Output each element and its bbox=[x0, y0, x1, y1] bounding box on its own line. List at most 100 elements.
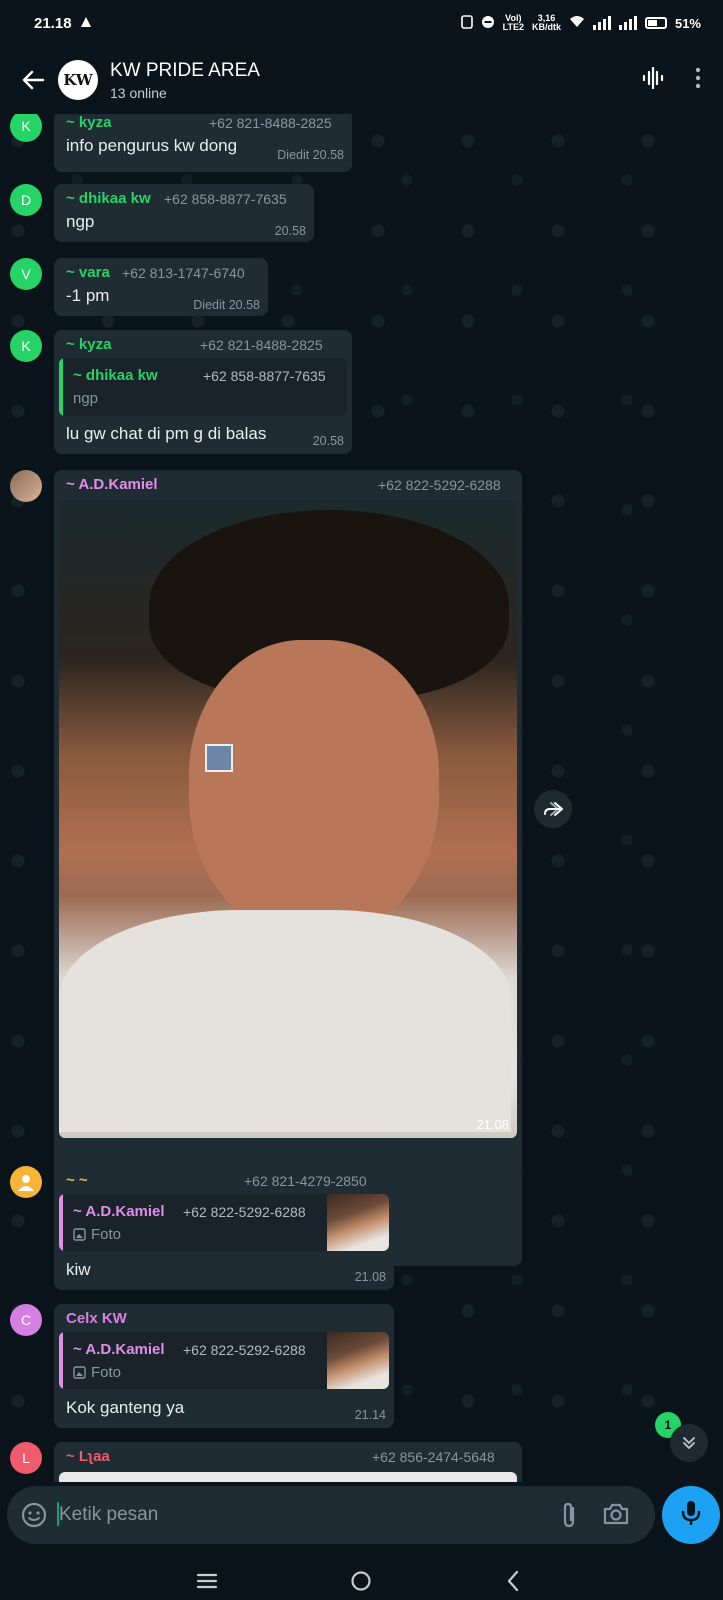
sender-avatar[interactable]: D bbox=[10, 184, 42, 216]
quote-text: Foto bbox=[91, 1226, 122, 1243]
forward-button[interactable] bbox=[534, 790, 572, 828]
message-bubble[interactable]: ~ ~ +62 821-4279-2850 ~ A.D.Kamiel +62 8… bbox=[54, 1166, 394, 1290]
camera-icon[interactable] bbox=[603, 1503, 629, 1530]
group-avatar[interactable]: KW bbox=[58, 60, 98, 100]
quote-text: ngp bbox=[73, 390, 99, 407]
sender-name[interactable]: ~ Lʅaa bbox=[66, 1448, 110, 1465]
message-time: 21.08 bbox=[354, 1270, 386, 1284]
default-avatar-icon[interactable] bbox=[10, 1166, 42, 1198]
message-bubble[interactable]: ~ kyza +62 821-8488-2825 info pengurus k… bbox=[54, 114, 352, 172]
message-time: 20.58 bbox=[274, 224, 306, 238]
signal-icon-2 bbox=[618, 16, 637, 30]
message-list[interactable]: K ~ kyza +62 821-8488-2825 info pengurus… bbox=[0, 114, 723, 1482]
battery-percent: 51% bbox=[674, 15, 701, 31]
message-text: lu gw chat di pm g di balas bbox=[66, 424, 267, 443]
message-bubble[interactable]: ~ A.D.Kamiel +62 822-5292-6288 21.08 bbox=[54, 470, 522, 1266]
warning-icon bbox=[80, 15, 92, 32]
signal-icon bbox=[592, 16, 611, 30]
message-text: Kok ganteng ya bbox=[66, 1398, 185, 1417]
message-bubble[interactable]: ~ vara +62 813-1747-6740 -1 pm Diedit 20… bbox=[54, 258, 268, 316]
sender-name[interactable]: ~ kyza bbox=[66, 114, 111, 131]
message-text: info pengurus kw dong bbox=[66, 136, 238, 155]
group-info[interactable]: KW PRIDE AREA 13 online bbox=[110, 60, 260, 101]
message-bubble[interactable]: Celx KW ~ A.D.Kamiel +62 822-5292-6288 F… bbox=[54, 1304, 394, 1428]
attach-icon[interactable] bbox=[559, 1501, 579, 1534]
quote-bar bbox=[59, 1194, 63, 1251]
wifi-icon bbox=[569, 15, 585, 31]
quote-bar bbox=[59, 1332, 63, 1389]
sender-name[interactable]: ~ kyza bbox=[66, 336, 111, 353]
message-time: 20.58 bbox=[312, 434, 344, 448]
emoji-sticker-icon[interactable] bbox=[21, 1502, 47, 1533]
lte-indicator: Vol) LTE2 bbox=[502, 13, 524, 32]
quote-thumbnail bbox=[327, 1194, 389, 1251]
quote-phone: +62 822-5292-6288 bbox=[183, 1342, 306, 1358]
sender-name[interactable]: ~ A.D.Kamiel bbox=[66, 476, 158, 493]
back-arrow-icon[interactable] bbox=[18, 65, 48, 95]
sender-phone: +62 813-1747-6740 bbox=[122, 265, 245, 281]
sender-phone: +62 821-8488-2825 bbox=[209, 115, 332, 131]
sender-phone: +62 858-8877-7635 bbox=[164, 191, 287, 207]
sender-phone: +62 821-4279-2850 bbox=[244, 1173, 367, 1189]
sender-phone: +62 821-8488-2825 bbox=[200, 337, 323, 353]
sender-avatar[interactable] bbox=[10, 470, 42, 502]
photo-icon bbox=[73, 1228, 86, 1246]
group-title: KW PRIDE AREA bbox=[110, 59, 260, 81]
sender-name[interactable]: ~ ~ bbox=[66, 1172, 88, 1189]
message-bubble[interactable]: ~ kyza +62 821-8488-2825 ~ dhikaa kw +62… bbox=[54, 330, 352, 454]
home-icon[interactable] bbox=[350, 1570, 372, 1597]
photo-attachment[interactable]: 21.08 bbox=[59, 500, 517, 1138]
sender-avatar[interactable]: C bbox=[10, 1304, 42, 1336]
dnd-icon bbox=[481, 15, 495, 32]
sender-avatar[interactable]: L bbox=[10, 1442, 42, 1474]
online-count: 13 online bbox=[110, 84, 167, 101]
sender-name[interactable]: ~ vara bbox=[66, 264, 110, 281]
back-nav-icon[interactable] bbox=[506, 1570, 520, 1597]
message-bubble[interactable]: ~ Lʅaa +62 856-2474-5648 bbox=[54, 1442, 522, 1482]
sender-avatar[interactable]: V bbox=[10, 258, 42, 290]
quote-sender: ~ dhikaa kw bbox=[73, 367, 158, 384]
scroll-down-button[interactable] bbox=[670, 1424, 708, 1462]
photo-shirt bbox=[59, 910, 511, 1132]
quote-phone: +62 858-8877-7635 bbox=[203, 368, 326, 384]
chat-header: KW KW PRIDE AREA 13 online bbox=[0, 46, 723, 114]
status-time: 21.18 bbox=[34, 14, 72, 32]
mic-icon bbox=[681, 1499, 701, 1532]
message-text: kiw bbox=[66, 1260, 91, 1279]
sender-name[interactable]: Celx KW bbox=[66, 1310, 127, 1327]
message-time: Diedit 20.58 bbox=[277, 148, 344, 162]
message-text: ngp bbox=[66, 212, 95, 231]
quote-phone: +62 822-5292-6288 bbox=[183, 1204, 306, 1220]
message-time: 21.14 bbox=[354, 1408, 386, 1422]
message-time: 21.08 bbox=[476, 1117, 509, 1132]
mic-button[interactable] bbox=[662, 1486, 720, 1544]
quote-sender: ~ A.D.Kamiel bbox=[73, 1341, 165, 1358]
battery-icon bbox=[644, 17, 667, 29]
quoted-message[interactable]: ~ A.D.Kamiel +62 822-5292-6288 Foto bbox=[59, 1194, 389, 1251]
quoted-message[interactable]: ~ A.D.Kamiel +62 822-5292-6288 Foto bbox=[59, 1332, 389, 1389]
sender-avatar[interactable]: K bbox=[10, 330, 42, 362]
recent-apps-icon[interactable] bbox=[196, 1572, 218, 1595]
composer-bar: Ketik pesan bbox=[0, 1482, 723, 1564]
photo-icon bbox=[73, 1366, 86, 1384]
voice-chat-icon[interactable] bbox=[641, 66, 665, 94]
sender-phone: +62 822-5292-6288 bbox=[378, 477, 501, 493]
system-nav-bar bbox=[0, 1564, 723, 1600]
message-bubble[interactable]: ~ dhikaa kw +62 858-8877-7635 ngp 20.58 bbox=[54, 184, 314, 242]
message-placeholder: Ketik pesan bbox=[59, 1504, 159, 1525]
sender-name[interactable]: ~ dhikaa kw bbox=[66, 190, 151, 207]
photo-sticker bbox=[205, 744, 233, 772]
photo-attachment[interactable] bbox=[59, 1472, 517, 1482]
message-text: -1 pm bbox=[66, 286, 110, 305]
quote-sender: ~ A.D.Kamiel bbox=[73, 1203, 165, 1220]
sender-phone: +62 856-2474-5648 bbox=[372, 1449, 495, 1465]
quote-thumbnail bbox=[327, 1332, 389, 1389]
sender-avatar[interactable]: K bbox=[10, 114, 42, 142]
status-bar: 21.18 Vol) LTE2 3,16 KB/dtk 51% bbox=[0, 0, 723, 46]
quoted-message[interactable]: ~ dhikaa kw +62 858-8877-7635 ngp bbox=[59, 358, 347, 416]
photo-face bbox=[189, 640, 439, 940]
quote-text: Foto bbox=[91, 1364, 122, 1381]
message-input[interactable]: Ketik pesan bbox=[7, 1486, 655, 1544]
more-options-icon[interactable] bbox=[695, 67, 701, 94]
message-time: Diedit 20.58 bbox=[193, 298, 260, 312]
